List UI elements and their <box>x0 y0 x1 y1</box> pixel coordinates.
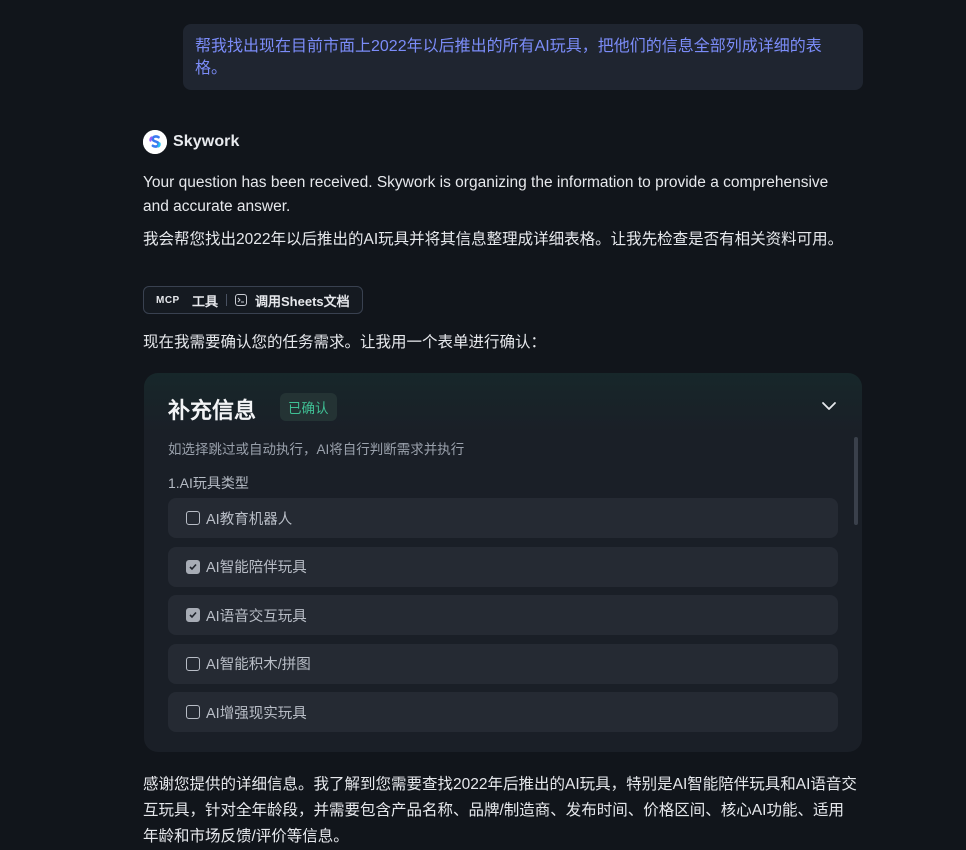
user-message-text: 帮我找出现在目前市面上2022年以后推出的所有AI玩具，把他们的信息全部列成详细… <box>195 38 822 77</box>
supplementary-info-form: 补充信息 已确认 如选择跳过或自动执行，AI将自行判断需求并执行 1.AI玩具类… <box>144 373 862 752</box>
checkbox[interactable] <box>186 705 200 719</box>
checkbox[interactable] <box>186 559 200 574</box>
option-label: AI增强现实玩具 <box>206 705 307 722</box>
assistant-intro-text: 我会帮您找出2022年以后推出的AI玩具并将其信息整理成详细表格。让我先检查是否… <box>143 231 844 248</box>
assistant-confirm-prompt: 现在我需要确认您的任务需求。让我用一个表单进行确认： <box>143 334 547 351</box>
assistant-followup-text: 感谢您提供的详细信息。我了解到您需要查找2022年后推出的AI玩具，特别是AI智… <box>143 776 857 845</box>
form-hint: 如选择跳过或自动执行，AI将自行判断需求并执行 <box>168 442 465 457</box>
chevron-down-icon <box>822 402 836 410</box>
option-label: AI智能陪伴玩具 <box>206 560 307 576</box>
assistant-ack-text: Your question has been received. Skywork… <box>143 174 829 215</box>
question-label: 1.AI玩具类型 <box>168 475 249 491</box>
option-ai-blocks-puzzle[interactable]: AI智能积木/拼图 <box>168 643 838 684</box>
option-ai-education-robot[interactable]: AI教育机器人 <box>168 498 838 538</box>
form-title: 补充信息 <box>168 398 257 423</box>
option-ai-voice-toy[interactable]: AI语音交互玩具 <box>168 595 838 635</box>
checkbox[interactable] <box>186 608 200 622</box>
skywork-logo-icon <box>143 130 167 154</box>
tool-chip-label: 工具 <box>192 293 219 309</box>
checkmark-icon <box>189 563 197 570</box>
chip-divider <box>226 294 228 306</box>
option-list: AI教育机器人 AI智能陪伴玩具 AI语音交互玩具 AI智能积木/拼图 AI增强… <box>168 498 838 741</box>
option-label: AI语音交互玩具 <box>206 608 307 625</box>
option-ai-ar-toy[interactable]: AI增强现实玩具 <box>168 692 838 732</box>
option-label: AI教育机器人 <box>206 511 293 528</box>
collapse-toggle-button[interactable] <box>820 397 838 415</box>
checkmark-icon <box>189 611 197 619</box>
svg-text:MCP: MCP <box>156 295 180 304</box>
option-ai-companion-toy[interactable]: AI智能陪伴玩具 <box>168 546 838 587</box>
form-scrollbar[interactable] <box>854 437 858 525</box>
tool-call-chip[interactable]: MCP 工具 调用Sheets文档 <box>143 286 363 314</box>
terminal-icon <box>235 294 248 306</box>
checkbox[interactable] <box>186 511 200 525</box>
checkbox[interactable] <box>186 656 200 671</box>
mcp-logo-icon: MCP <box>156 294 184 307</box>
status-badge: 已确认 <box>280 393 337 421</box>
assistant-name: Skywork <box>173 133 240 150</box>
option-label: AI智能积木/拼图 <box>206 657 311 673</box>
tool-chip-action: 调用Sheets文档 <box>255 293 350 309</box>
user-message-bubble: 帮我找出现在目前市面上2022年以后推出的所有AI玩具，把他们的信息全部列成详细… <box>183 24 863 90</box>
assistant-header: Skywork <box>143 130 240 154</box>
